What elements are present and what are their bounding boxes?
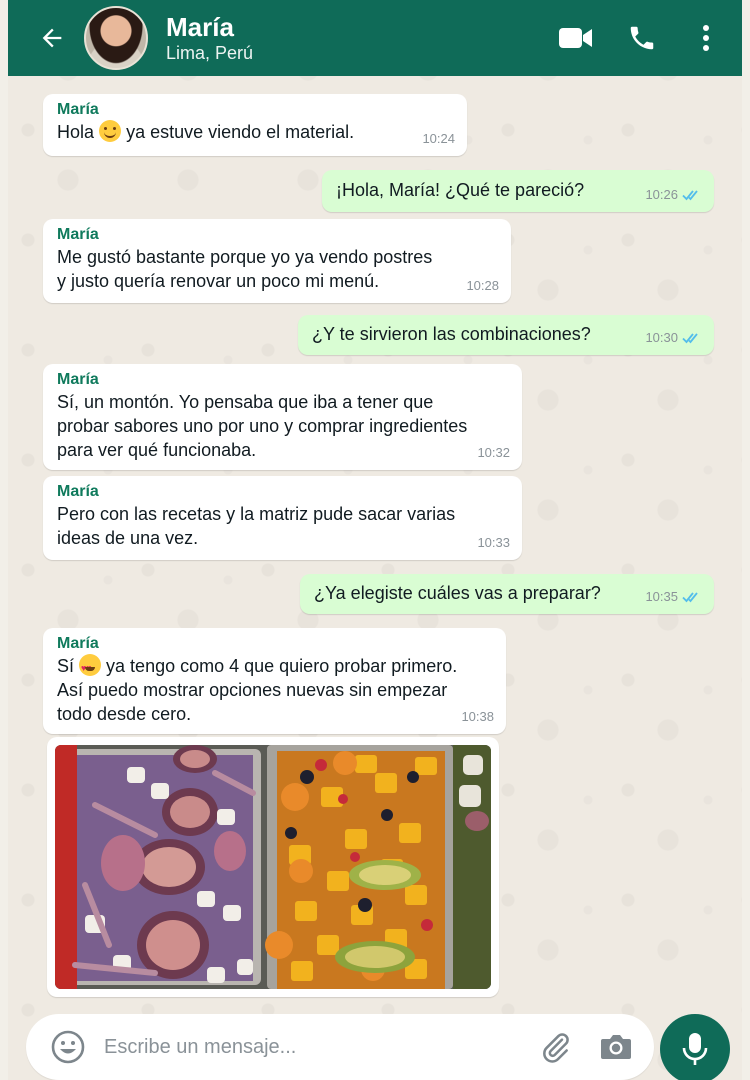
contact-status: Lima, Perú [166,43,254,63]
message-time: 10:28 [466,278,499,293]
emoji-icon[interactable] [46,1025,90,1069]
message-sender: María [57,226,99,243]
photo-message[interactable] [47,737,499,997]
chat-header: María Lima, Perú [8,0,742,76]
microphone-icon [682,1033,708,1065]
photo-image [55,745,491,989]
message-sender: María [57,101,99,118]
message-time: 10:33 [477,535,510,550]
microphone-button[interactable] [660,1014,730,1080]
message-text: Pero con las recetas y la matriz pude sa… [57,504,456,548]
message-outgoing[interactable]: ¡Hola, María! ¿Qué te pareció? 10:26 [322,170,714,212]
message-text: Sí ya tengo como 4 que quiero probar pri… [57,654,458,724]
phone-call-icon[interactable] [618,14,666,62]
message-sender: María [57,371,99,388]
chat-window: María Lima, Perú María Hola ya estuve vi… [8,0,742,1080]
message-time: 10:32 [477,445,510,460]
message-composer [26,1014,654,1080]
read-ticks-icon [682,592,698,603]
contact-info[interactable]: María Lima, Perú [166,12,552,64]
message-input[interactable] [104,1035,534,1059]
message-text: ¿Y te sirvieron las combinaciones? [312,324,591,344]
message-sender: María [57,635,99,652]
read-ticks-icon [682,190,698,201]
message-outgoing[interactable]: ¿Y te sirvieron las combinaciones? 10:30 [298,315,714,355]
more-options-icon[interactable] [682,14,730,62]
message-time: 10:38 [461,709,494,724]
back-arrow-icon[interactable] [30,16,74,60]
read-ticks-icon [682,333,698,344]
message-time: 10:24 [422,131,455,146]
message-incoming[interactable]: María Sí, un montón. Yo pensaba que iba … [43,364,522,470]
smiling-face-emoji-icon [99,120,122,142]
message-text: Sí, un montón. Yo pensaba que iba a tene… [57,392,468,460]
message-time: 10:30 [645,326,702,350]
video-call-icon[interactable] [552,14,600,62]
camera-icon[interactable] [594,1025,638,1069]
message-time: 10:35 [645,585,702,609]
message-incoming[interactable]: María Me gustó bastante porque yo ya ven… [43,219,511,303]
message-text: Me gustó bastante porque yo ya vendo pos… [57,247,433,291]
avatar[interactable] [84,6,148,70]
message-incoming[interactable]: María Pero con las recetas y la matriz p… [43,476,522,560]
message-incoming[interactable]: María Sí ya tengo como 4 que quiero prob… [43,628,506,734]
message-time: 10:26 [645,183,702,207]
message-sender: María [57,483,99,500]
message-text: ¿Ya elegiste cuáles vas a preparar? [314,583,601,603]
heart-eyes-emoji-icon [79,654,102,680]
contact-name: María [166,12,234,42]
message-text: Hola ya estuve viendo el material. [57,120,355,142]
message-incoming[interactable]: María Hola ya estuve viendo el material.… [43,94,467,156]
attachment-icon[interactable] [534,1025,578,1069]
message-outgoing[interactable]: ¿Ya elegiste cuáles vas a preparar? 10:3… [300,574,714,614]
fruit-dessert-platter-photo[interactable] [55,745,491,989]
